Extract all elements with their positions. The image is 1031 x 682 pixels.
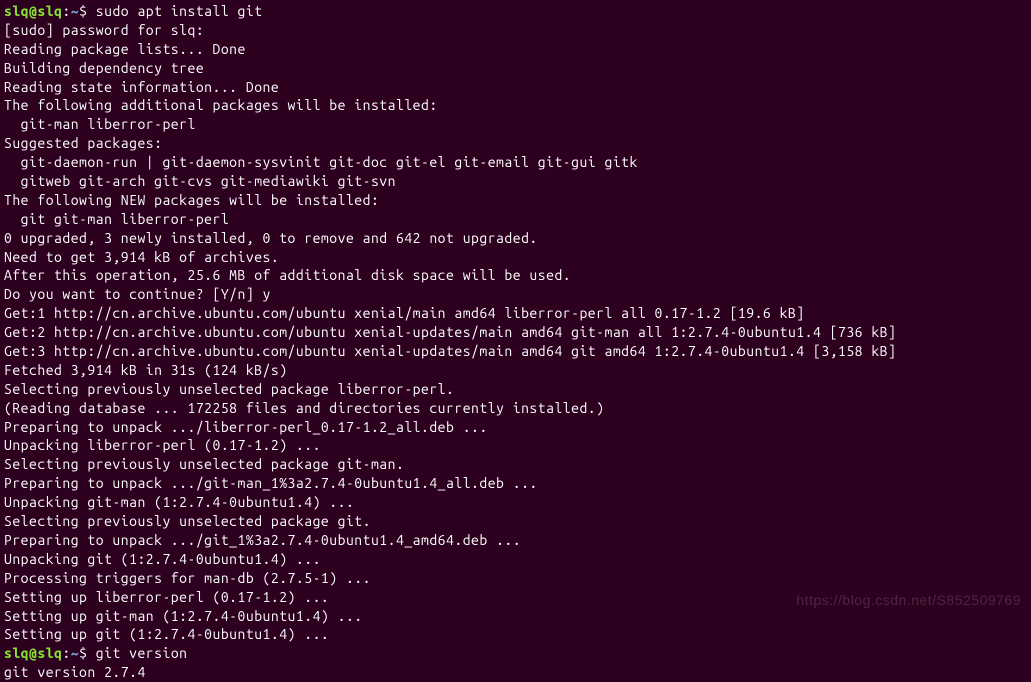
output-line: Suggested packages: <box>4 134 1027 153</box>
terminal-line-prompt1[interactable]: slq@slq:~$ sudo apt install git <box>4 2 1027 21</box>
output-line: Building dependency tree <box>4 59 1027 78</box>
prompt-path: ~ <box>71 3 79 19</box>
watermark-text: https://blog.csdn.net/S852509769 <box>796 591 1021 610</box>
output-line: Unpacking git (1:2.7.4-0ubuntu1.4) ... <box>4 550 1027 569</box>
prompt-dollar: $ <box>79 645 96 661</box>
prompt-user-host: slq@slq <box>4 645 62 661</box>
prompt-separator: : <box>62 3 70 19</box>
output-line: 0 upgraded, 3 newly installed, 0 to remo… <box>4 229 1027 248</box>
output-line: Need to get 3,914 kB of archives. <box>4 248 1027 267</box>
output-line: Get:1 http://cn.archive.ubuntu.com/ubunt… <box>4 304 1027 323</box>
output-line: [sudo] password for slq: <box>4 21 1027 40</box>
output-line: Preparing to unpack .../liberror-perl_0.… <box>4 418 1027 437</box>
output-line: git-daemon-run | git-daemon-sysvinit git… <box>4 153 1027 172</box>
output-line: Reading package lists... Done <box>4 40 1027 59</box>
command-text: sudo apt install git <box>96 3 263 19</box>
prompt-dollar: $ <box>79 3 96 19</box>
output-line: Preparing to unpack .../git-man_1%3a2.7.… <box>4 474 1027 493</box>
version-output-line: git version 2.7.4 <box>4 663 1027 682</box>
output-line: Selecting previously unselected package … <box>4 512 1027 531</box>
terminal-line-prompt2[interactable]: slq@slq:~$ git version <box>4 644 1027 663</box>
output-line: Unpacking git-man (1:2.7.4-0ubuntu1.4) .… <box>4 493 1027 512</box>
output-line: Selecting previously unselected package … <box>4 455 1027 474</box>
prompt-path: ~ <box>71 645 79 661</box>
output-line: (Reading database ... 172258 files and d… <box>4 399 1027 418</box>
output-line: Preparing to unpack .../git_1%3a2.7.4-0u… <box>4 531 1027 550</box>
output-line: Processing triggers for man-db (2.7.5-1)… <box>4 569 1027 588</box>
output-line: gitweb git-arch git-cvs git-mediawiki gi… <box>4 172 1027 191</box>
output-line: The following additional packages will b… <box>4 96 1027 115</box>
output-line: Do you want to continue? [Y/n] y <box>4 285 1027 304</box>
command-text: git version <box>96 645 188 661</box>
output-line: Setting up git (1:2.7.4-0ubuntu1.4) ... <box>4 625 1027 644</box>
prompt-user-host: slq@slq <box>4 3 62 19</box>
output-line: After this operation, 25.6 MB of additio… <box>4 266 1027 285</box>
output-line: Reading state information... Done <box>4 78 1027 97</box>
output-line: git git-man liberror-perl <box>4 210 1027 229</box>
prompt-separator: : <box>62 645 70 661</box>
output-line: git-man liberror-perl <box>4 115 1027 134</box>
output-line: Get:3 http://cn.archive.ubuntu.com/ubunt… <box>4 342 1027 361</box>
output-line: The following NEW packages will be insta… <box>4 191 1027 210</box>
output-line: Get:2 http://cn.archive.ubuntu.com/ubunt… <box>4 323 1027 342</box>
output-line: Selecting previously unselected package … <box>4 380 1027 399</box>
output-line: Unpacking liberror-perl (0.17-1.2) ... <box>4 436 1027 455</box>
output-line: Fetched 3,914 kB in 31s (124 kB/s) <box>4 361 1027 380</box>
